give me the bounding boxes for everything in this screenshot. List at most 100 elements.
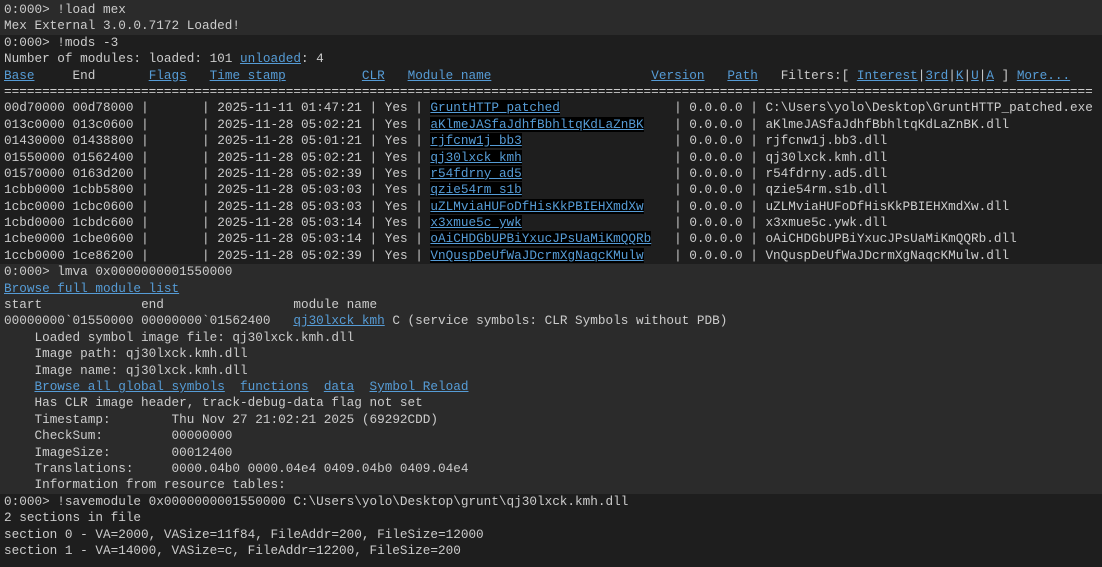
module-path: x3xmue5c.ywk.dll — [765, 215, 888, 231]
col-module-name: module name — [293, 297, 378, 313]
translations-value: 0000.04b0 0000.04e4 0409.04b0 0409.04e4 — [171, 460, 469, 476]
module-path: qzie54rm.s1b.dll — [765, 182, 888, 198]
module-path: aKlmeJASfaJdhfBbhltqKdLaZnBK.dll — [765, 116, 1010, 132]
filter-k[interactable]: K — [956, 68, 964, 83]
filter-u[interactable]: U — [971, 68, 979, 83]
col-end: end — [141, 297, 164, 313]
version: 0.0.0.0 — [689, 198, 743, 214]
timestamp: 2025-11-11 01:47:21 — [217, 100, 362, 116]
translations-line: Translations: 0000.04b0 0000.04e4 0409.04… — [4, 461, 1098, 477]
filter-3rd[interactable]: 3rd — [925, 68, 948, 83]
clr: Yes — [384, 215, 408, 231]
timestamp: 2025-11-28 05:03:14 — [217, 215, 362, 231]
base-address: 013c0000 — [4, 116, 65, 132]
command-line: 0:000> !load mex — [4, 2, 1098, 18]
module-name-link[interactable]: uZLMviaHUFoDfHisKkPBIEHXmdXw — [430, 198, 644, 214]
mods-block: 0:000> !mods -3 Number of modules: loade… — [0, 34, 1102, 265]
header-timestamp[interactable]: Time stamp — [210, 68, 286, 83]
symbol-reload-link[interactable]: Symbol Reload — [370, 379, 469, 394]
command-line: 0:000> !mods -3 — [4, 35, 1098, 51]
end-address: 1cbb5800 — [72, 182, 134, 198]
module-name-link[interactable]: GruntHTTP_patched — [430, 100, 560, 116]
header-clr[interactable]: CLR — [362, 68, 385, 83]
table-row: 01430000 01438800 | | 2025-11-28 05:01:2… — [4, 133, 888, 149]
base-address: 01430000 — [4, 133, 65, 149]
command-text: !load mex — [57, 2, 126, 17]
browse-global-symbols-link[interactable]: Browse all global symbols — [34, 379, 224, 394]
image-path-line: Image path: qj30lxck.kmh.dll — [4, 346, 1098, 362]
output-line: section 0 - VA=2000, VASize=11f84, FileA… — [4, 526, 484, 542]
prompt: 0:000> — [4, 493, 58, 509]
header-version[interactable]: Version — [651, 68, 704, 83]
module-name-link[interactable]: qj30lxck_kmh — [430, 149, 522, 165]
table-row: 1ccb0000 1ce86200 | | 2025-11-28 05:02:3… — [4, 247, 1010, 263]
checksum-value: 00000000 — [171, 428, 233, 444]
more-link[interactable]: More... — [1017, 68, 1070, 83]
clr: Yes — [384, 182, 408, 198]
output-line: section 1 - VA=14000, VASize=c, FileAddr… — [4, 542, 461, 558]
image-path: Image path: qj30lxck.kmh.dll — [34, 346, 248, 362]
table-row: 1cbd0000 1cbdc600 | | 2025-11-28 05:03:1… — [4, 215, 888, 231]
browse-line: Browse full module list — [4, 281, 1098, 297]
header-module-name[interactable]: Module name — [408, 68, 492, 83]
module-path: VnQuspDeUfWaJDcrmXgNaqcKMulw.dll — [765, 247, 1010, 263]
filter-a[interactable]: A — [986, 68, 994, 83]
timestamp: 2025-11-28 05:03:14 — [217, 231, 362, 247]
resource-info-line: Information from resource tables: — [4, 477, 1098, 493]
image-name: Image name: qj30lxck.kmh.dll — [34, 362, 248, 378]
module-info: C (service symbols: CLR Symbols without … — [384, 313, 728, 329]
base-address: 00d70000 — [4, 100, 65, 116]
timestamp: 2025-11-28 05:02:39 — [217, 165, 362, 181]
module-name-link[interactable]: oAiCHDGbUPBiYxucJPsUaMiKmQQRb — [430, 231, 652, 247]
timestamp: 2025-11-28 05:02:21 — [217, 116, 362, 132]
filter-interest[interactable]: Interest — [857, 68, 918, 83]
module-count-text: Number of modules: loaded: 101 — [4, 51, 241, 67]
clr-header-line: Has CLR image header, track-debug-data f… — [4, 395, 1098, 411]
table-row: 1cbb0000 1cbb5800 | | 2025-11-28 05:03:0… — [4, 182, 888, 198]
end-address: 00000000`01562400 — [141, 313, 271, 329]
col-start: start — [4, 297, 43, 313]
clr: Yes — [384, 247, 408, 263]
lmva-header: start end module name — [4, 297, 1098, 313]
version: 0.0.0.0 — [689, 165, 743, 181]
clr: Yes — [384, 231, 408, 247]
loaded-symbol: Loaded symbol image file: qj30lxck.kmh.d… — [34, 329, 355, 345]
timestamp: 2025-11-28 05:02:39 — [217, 247, 362, 263]
header-flags[interactable]: Flags — [149, 68, 187, 83]
end-address: 1ce86200 — [72, 247, 134, 263]
command-text: lmva 0x0000000001550000 — [57, 264, 233, 280]
command-text: !savemodule 0x0000000001550000 C:\Users\… — [57, 493, 629, 509]
header-base[interactable]: Base — [4, 68, 34, 83]
version: 0.0.0.0 — [689, 149, 743, 165]
clr: Yes — [384, 133, 408, 149]
base-address: 1cbb0000 — [4, 182, 65, 198]
imagesize-line: ImageSize: 00012400 — [4, 445, 1098, 461]
command-line: 0:000> lmva 0x0000000001550000 — [4, 264, 1098, 280]
module-name-link[interactable]: VnQuspDeUfWaJDcrmXgNaqcKMulw — [430, 247, 644, 263]
module-name-link[interactable]: x3xmue5c_ywk — [430, 215, 522, 231]
module-path: r54fdrny.ad5.dll — [765, 165, 888, 181]
functions-link[interactable]: functions — [240, 379, 309, 394]
unloaded-link[interactable]: unloaded — [240, 51, 301, 66]
data-link[interactable]: data — [324, 379, 354, 394]
module-path: C:\Users\yolo\Desktop\GruntHTTP_patched.… — [765, 100, 1093, 116]
header-path[interactable]: Path — [727, 68, 757, 83]
clr: Yes — [384, 100, 408, 116]
table-row: 1cbe0000 1cbe0600 | | 2025-11-28 05:03:1… — [4, 231, 1017, 247]
load-mex-block: 0:000> !load mex Mex External 3.0.0.7172… — [0, 0, 1102, 35]
end-address: 1cbdc600 — [72, 215, 134, 231]
version: 0.0.0.0 — [689, 182, 743, 198]
clr: Yes — [384, 198, 408, 214]
base-address: 1ccb0000 — [4, 247, 65, 263]
module-link[interactable]: qj30lxck_kmh — [293, 313, 384, 328]
module-name-link[interactable]: rjfcnw1j_bb3 — [430, 133, 522, 149]
timestamp: 2025-11-28 05:03:03 — [217, 198, 362, 214]
table-row: 013c0000 013c0600 | | 2025-11-28 05:02:2… — [4, 116, 1010, 132]
module-name-link[interactable]: qzie54rm_s1b — [430, 182, 522, 198]
module-name-link[interactable]: r54fdrny_ad5 — [430, 165, 522, 181]
version: 0.0.0.0 — [689, 116, 743, 132]
module-name-link[interactable]: aKlmeJASfaJdhfBbhltqKdLaZnBK — [430, 116, 644, 132]
timestamp: 2025-11-28 05:01:21 — [217, 133, 362, 149]
version: 0.0.0.0 — [689, 215, 743, 231]
browse-full-module-list-link[interactable]: Browse full module list — [4, 281, 179, 296]
